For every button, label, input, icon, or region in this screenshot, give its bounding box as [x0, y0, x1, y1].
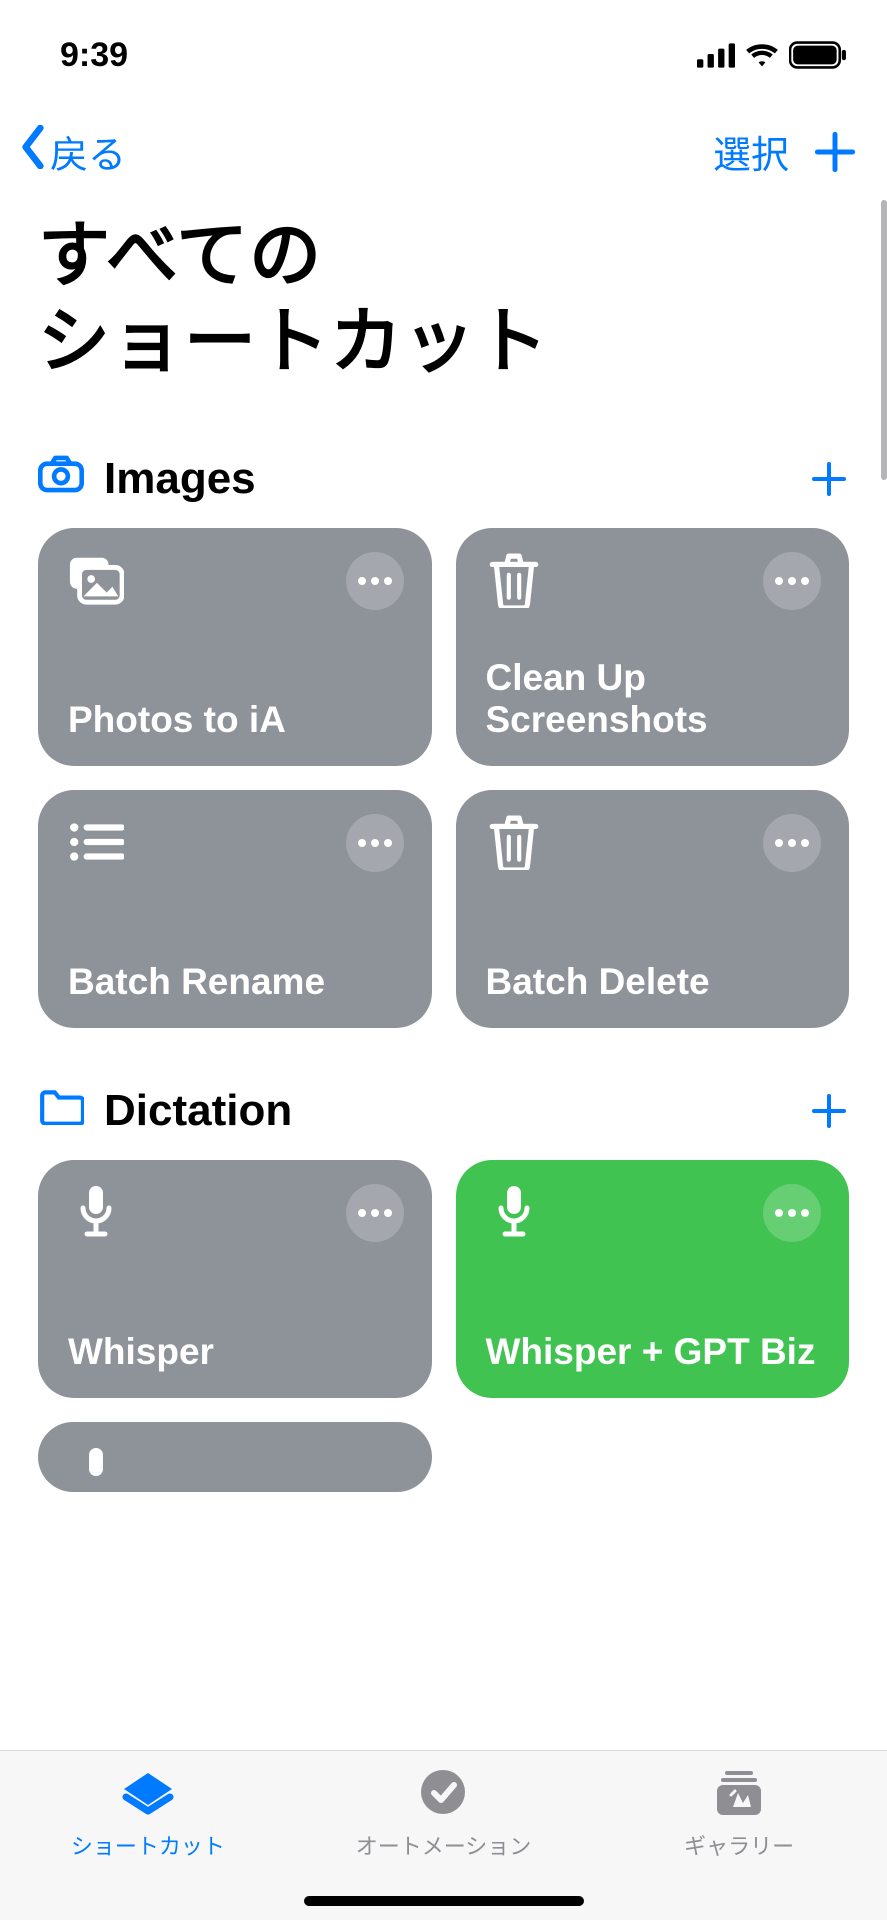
mic-icon: [486, 1184, 542, 1240]
tile-label: Photos to iA: [68, 699, 404, 742]
tile-label: Whisper + GPT Biz: [486, 1331, 822, 1374]
section-add-images-button[interactable]: [809, 459, 849, 499]
mic-icon: [68, 1184, 124, 1240]
section-title-label: Dictation: [104, 1086, 292, 1136]
status-time: 9:39: [60, 36, 128, 75]
trash-icon: [486, 552, 542, 608]
mic-icon: [68, 1446, 124, 1492]
tile-label: Batch Rename: [68, 961, 404, 1004]
camera-icon: [38, 454, 84, 504]
back-button[interactable]: 戻る: [18, 124, 126, 179]
shortcut-tile[interactable]: Photos to iA: [38, 528, 432, 766]
plus-icon: [813, 130, 857, 174]
tab-label: ショートカット: [71, 1829, 225, 1861]
tile-more-button[interactable]: [346, 814, 404, 872]
tile-more-button[interactable]: [346, 1184, 404, 1242]
section-title-label: Images: [104, 454, 256, 504]
tab-bar: ショートカット オートメーション ギャラリー: [0, 1750, 887, 1920]
new-shortcut-button[interactable]: [813, 130, 857, 174]
section-images: Images Photos to iA: [0, 454, 887, 1028]
select-button[interactable]: 選択: [713, 124, 789, 179]
status-icons: [697, 41, 847, 69]
cellular-icon: [697, 42, 735, 68]
back-label: 戻る: [50, 124, 126, 179]
tile-more-button[interactable]: [763, 552, 821, 610]
tile-label: Clean Up Screenshots: [486, 657, 822, 742]
page-title: すべての ショートカット: [0, 193, 887, 396]
home-indicator[interactable]: [304, 1896, 584, 1906]
tile-more-button[interactable]: [763, 814, 821, 872]
tile-more-button[interactable]: [763, 1184, 821, 1242]
tab-shortcuts[interactable]: ショートカット: [1, 1767, 294, 1861]
section-header-images[interactable]: Images: [38, 454, 256, 504]
tab-label: ギャラリー: [684, 1829, 794, 1861]
nav-bar: 戻る 選択: [0, 110, 887, 193]
photos-icon: [68, 552, 124, 608]
tab-gallery[interactable]: ギャラリー: [593, 1767, 886, 1861]
tile-more-button[interactable]: [346, 552, 404, 610]
wifi-icon: [745, 42, 779, 68]
shortcuts-icon: [120, 1767, 176, 1823]
chevron-left-icon: [18, 125, 48, 179]
gallery-icon: [711, 1767, 767, 1823]
section-add-dictation-button[interactable]: [809, 1091, 849, 1131]
automation-icon: [415, 1767, 471, 1823]
shortcut-tile[interactable]: Clean Up Screenshots: [456, 528, 850, 766]
tile-label: Whisper: [68, 1331, 404, 1374]
trash-icon: [486, 814, 542, 870]
tab-label: オートメーション: [356, 1829, 532, 1861]
tab-automation[interactable]: オートメーション: [297, 1767, 590, 1861]
section-header-dictation[interactable]: Dictation: [38, 1086, 292, 1136]
shortcut-tile[interactable]: [38, 1422, 432, 1492]
section-dictation: Dictation Whisper: [0, 1086, 887, 1492]
shortcut-tile[interactable]: Batch Rename: [38, 790, 432, 1028]
folder-icon: [38, 1086, 84, 1136]
shortcut-tile[interactable]: Whisper + GPT Biz: [456, 1160, 850, 1398]
list-icon: [68, 814, 124, 870]
battery-icon: [789, 41, 847, 69]
shortcut-tile[interactable]: Batch Delete: [456, 790, 850, 1028]
plus-icon: [809, 1091, 849, 1131]
shortcut-tile[interactable]: Whisper: [38, 1160, 432, 1398]
content-scroll[interactable]: 戻る 選択 すべての ショートカット Images: [0, 110, 887, 1750]
plus-icon: [809, 459, 849, 499]
status-bar: 9:39: [0, 0, 887, 110]
tile-label: Batch Delete: [486, 961, 822, 1004]
